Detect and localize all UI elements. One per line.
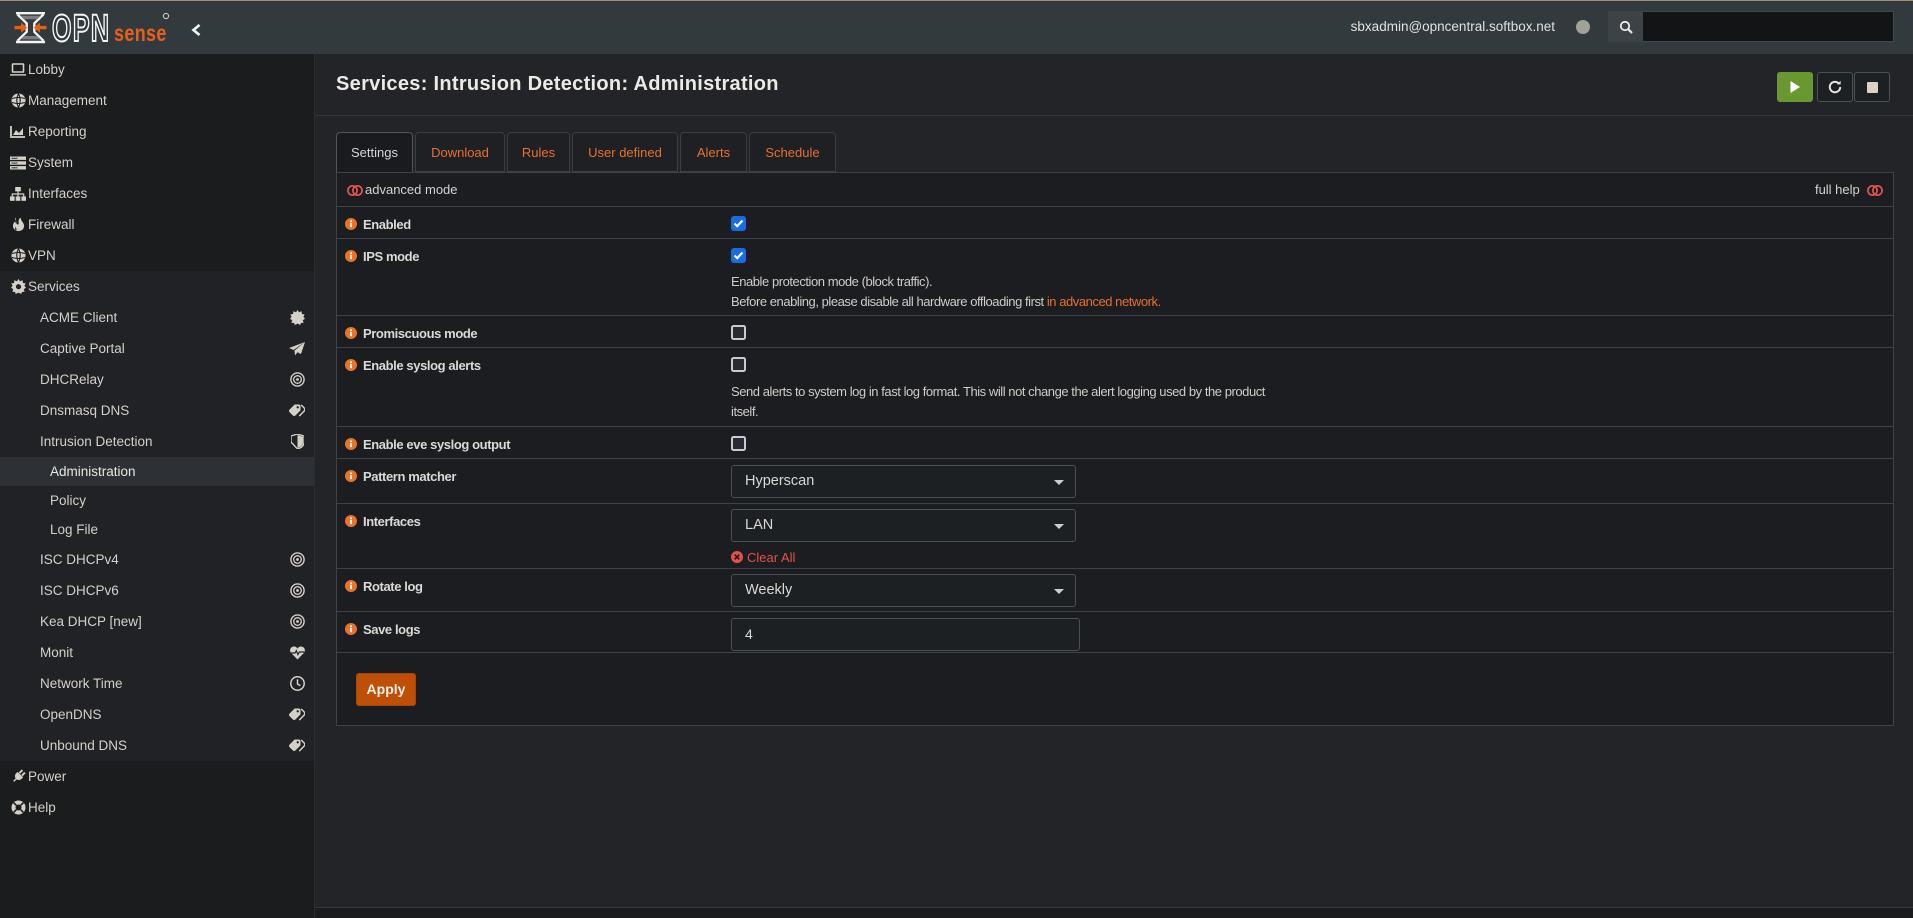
svg-text:sense: sense bbox=[114, 21, 167, 45]
svg-text:OPN: OPN bbox=[52, 11, 110, 45]
